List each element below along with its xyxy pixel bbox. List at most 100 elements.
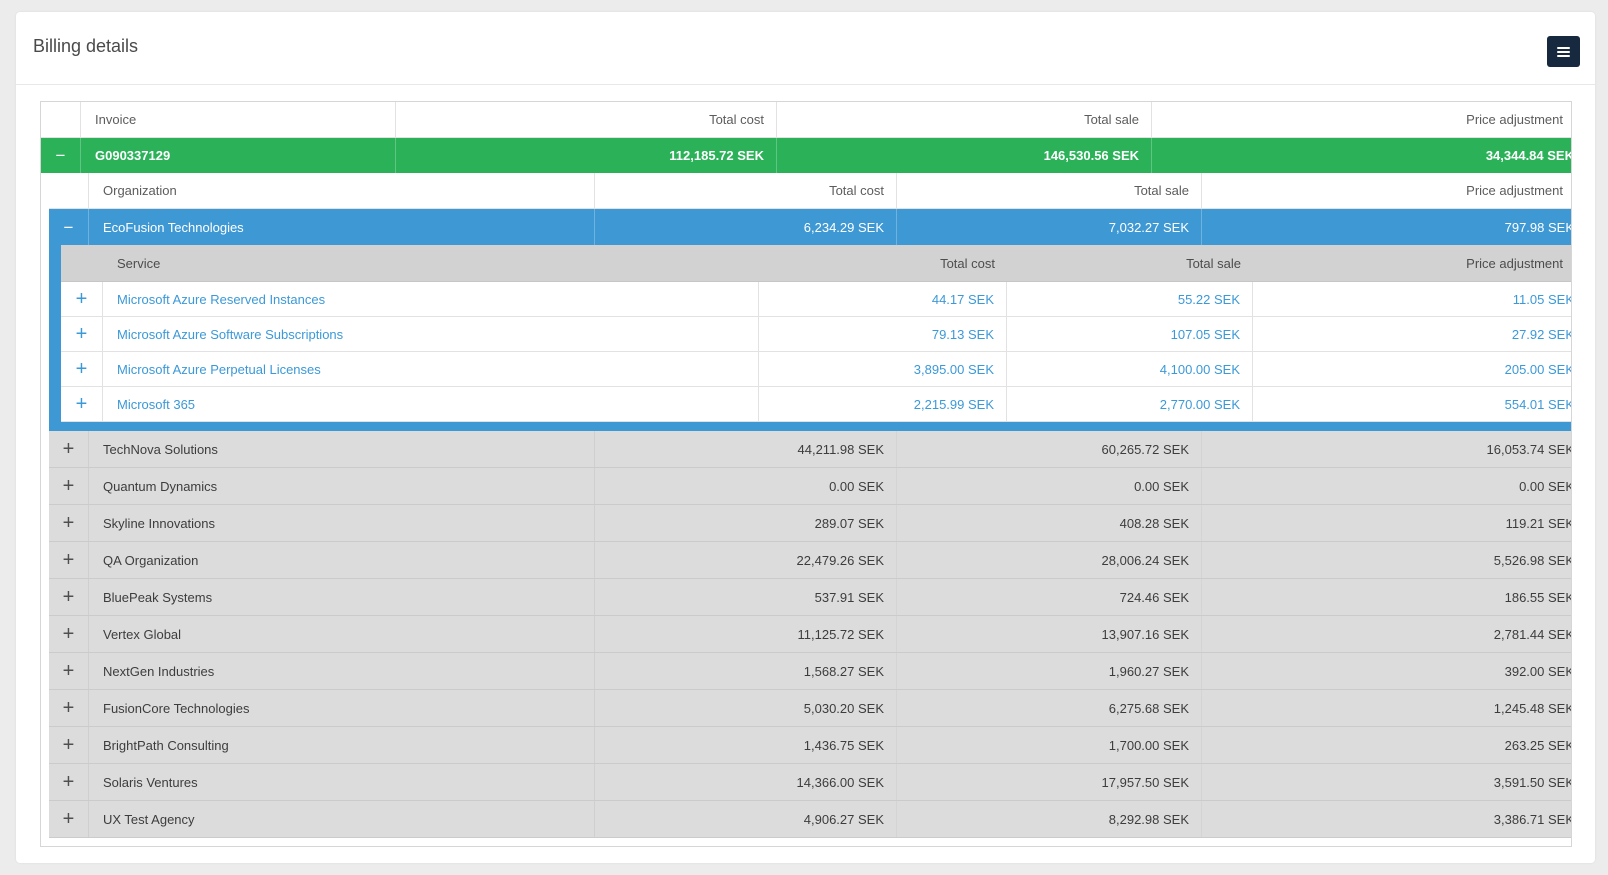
expand-organization-button[interactable]: + bbox=[49, 542, 89, 578]
expand-service-button[interactable]: + bbox=[61, 387, 103, 421]
plus-icon: + bbox=[63, 772, 75, 792]
plus-icon: + bbox=[76, 324, 88, 344]
organization-column-header: Organization bbox=[89, 173, 595, 208]
page-title: Billing details bbox=[33, 36, 138, 57]
menu-button[interactable] bbox=[1547, 36, 1580, 67]
service-total-sale: 55.22 SEK bbox=[1007, 282, 1253, 316]
org-total-cost-column-header: Total cost bbox=[595, 173, 897, 208]
plus-icon: + bbox=[63, 809, 75, 829]
collapse-invoice-button[interactable]: − bbox=[41, 138, 81, 173]
organization-total-cost: 11,125.72 SEK bbox=[595, 616, 897, 652]
organization-total-cost: 6,234.29 SEK bbox=[595, 209, 897, 245]
org-total-sale-column-header: Total sale bbox=[897, 173, 1202, 208]
service-name-link[interactable]: Microsoft 365 bbox=[103, 387, 759, 421]
service-row[interactable]: + Microsoft 365 2,215.99 SEK 2,770.00 SE… bbox=[61, 387, 1572, 422]
organization-row[interactable]: + Vertex Global 11,125.72 SEK 13,907.16 … bbox=[49, 616, 1572, 653]
organization-total-sale: 408.28 SEK bbox=[897, 505, 1202, 541]
service-price-adjustment: 11.05 SEK bbox=[1253, 282, 1572, 316]
collapse-organization-button[interactable]: − bbox=[49, 209, 89, 245]
organization-name: Vertex Global bbox=[89, 616, 595, 652]
organization-name: FusionCore Technologies bbox=[89, 690, 595, 726]
expand-service-button[interactable]: + bbox=[61, 317, 103, 351]
service-name-link[interactable]: Microsoft Azure Perpetual Licenses bbox=[103, 352, 759, 386]
invoice-total-cost: 112,185.72 SEK bbox=[396, 138, 777, 173]
expand-organization-button[interactable]: + bbox=[49, 616, 89, 652]
service-total-cost: 2,215.99 SEK bbox=[759, 387, 1007, 421]
plus-icon: + bbox=[63, 624, 75, 644]
organization-total-sale: 17,957.50 SEK bbox=[897, 764, 1202, 800]
organization-row[interactable]: + NextGen Industries 1,568.27 SEK 1,960.… bbox=[49, 653, 1572, 690]
organization-price-adjustment: 392.00 SEK bbox=[1202, 653, 1572, 689]
organization-row[interactable]: + FusionCore Technologies 5,030.20 SEK 6… bbox=[49, 690, 1572, 727]
invoice-row[interactable]: − G090337129 112,185.72 SEK 146,530.56 S… bbox=[41, 138, 1572, 173]
card-header: Billing details bbox=[16, 12, 1595, 85]
expand-organization-button[interactable]: + bbox=[49, 431, 89, 467]
organization-total-sale: 60,265.72 SEK bbox=[897, 431, 1202, 467]
organization-row[interactable]: + BrightPath Consulting 1,436.75 SEK 1,7… bbox=[49, 727, 1572, 764]
organization-total-sale: 13,907.16 SEK bbox=[897, 616, 1202, 652]
service-row[interactable]: + Microsoft Azure Reserved Instances 44.… bbox=[61, 282, 1572, 317]
organization-total-sale: 6,275.68 SEK bbox=[897, 690, 1202, 726]
plus-icon: + bbox=[63, 513, 75, 533]
service-name-link[interactable]: Microsoft Azure Reserved Instances bbox=[103, 282, 759, 316]
plus-icon: + bbox=[76, 289, 88, 309]
expand-organization-button[interactable]: + bbox=[49, 690, 89, 726]
expand-organization-button[interactable]: + bbox=[49, 653, 89, 689]
organization-total-cost: 22,479.26 SEK bbox=[595, 542, 897, 578]
organization-price-adjustment: 263.25 SEK bbox=[1202, 727, 1572, 763]
organization-expander-header bbox=[49, 173, 89, 208]
organization-row[interactable]: + BluePeak Systems 537.91 SEK 724.46 SEK… bbox=[49, 579, 1572, 616]
expand-organization-button[interactable]: + bbox=[49, 801, 89, 837]
service-name-link[interactable]: Microsoft Azure Software Subscriptions bbox=[103, 317, 759, 351]
organization-name: NextGen Industries bbox=[89, 653, 595, 689]
organization-name: Solaris Ventures bbox=[89, 764, 595, 800]
organization-row[interactable]: + UX Test Agency 4,906.27 SEK 8,292.98 S… bbox=[49, 801, 1572, 838]
organization-total-sale: 724.46 SEK bbox=[897, 579, 1202, 615]
organization-name: BluePeak Systems bbox=[89, 579, 595, 615]
plus-icon: + bbox=[63, 587, 75, 607]
service-expander-header bbox=[61, 245, 103, 281]
organization-row-expanded[interactable]: − EcoFusion Technologies 6,234.29 SEK 7,… bbox=[49, 209, 1572, 245]
expand-service-button[interactable]: + bbox=[61, 352, 103, 386]
organization-name: BrightPath Consulting bbox=[89, 727, 595, 763]
organization-total-cost: 537.91 SEK bbox=[595, 579, 897, 615]
invoice-price-adjustment: 34,344.84 SEK bbox=[1152, 138, 1572, 173]
invoice-total-sale: 146,530.56 SEK bbox=[777, 138, 1152, 173]
plus-icon: + bbox=[63, 439, 75, 459]
plus-icon: + bbox=[63, 735, 75, 755]
service-price-adjustment: 554.01 SEK bbox=[1253, 387, 1572, 421]
service-row[interactable]: + Microsoft Azure Software Subscriptions… bbox=[61, 317, 1572, 352]
organization-total-cost: 0.00 SEK bbox=[595, 468, 897, 504]
invoice-number: G090337129 bbox=[81, 138, 396, 173]
service-total-sale: 4,100.00 SEK bbox=[1007, 352, 1253, 386]
service-total-sale: 2,770.00 SEK bbox=[1007, 387, 1253, 421]
organization-row[interactable]: + Solaris Ventures 14,366.00 SEK 17,957.… bbox=[49, 764, 1572, 801]
organization-row[interactable]: + Skyline Innovations 289.07 SEK 408.28 … bbox=[49, 505, 1572, 542]
expand-organization-button[interactable]: + bbox=[49, 764, 89, 800]
expand-organization-button[interactable]: + bbox=[49, 727, 89, 763]
organization-row[interactable]: + QA Organization 22,479.26 SEK 28,006.2… bbox=[49, 542, 1572, 579]
organization-price-adjustment: 3,386.71 SEK bbox=[1202, 801, 1572, 837]
invoice-expander-header bbox=[41, 102, 81, 137]
expand-organization-button[interactable]: + bbox=[49, 579, 89, 615]
organization-total-cost: 4,906.27 SEK bbox=[595, 801, 897, 837]
plus-icon: + bbox=[63, 550, 75, 570]
org-price-adjustment-column-header: Price adjustment bbox=[1202, 173, 1572, 208]
organization-total-cost: 1,436.75 SEK bbox=[595, 727, 897, 763]
organization-name: EcoFusion Technologies bbox=[89, 209, 595, 245]
organization-total-cost: 289.07 SEK bbox=[595, 505, 897, 541]
organization-row[interactable]: + TechNova Solutions 44,211.98 SEK 60,26… bbox=[49, 431, 1572, 468]
service-total-cost: 3,895.00 SEK bbox=[759, 352, 1007, 386]
expand-organization-button[interactable]: + bbox=[49, 468, 89, 504]
price-adjustment-column-header: Price adjustment bbox=[1152, 102, 1572, 137]
plus-icon: + bbox=[76, 394, 88, 414]
total-cost-column-header: Total cost bbox=[396, 102, 777, 137]
service-row[interactable]: + Microsoft Azure Perpetual Licenses 3,8… bbox=[61, 352, 1572, 387]
expand-organization-button[interactable]: + bbox=[49, 505, 89, 541]
expand-service-button[interactable]: + bbox=[61, 282, 103, 316]
organization-name: Quantum Dynamics bbox=[89, 468, 595, 504]
hamburger-icon bbox=[1557, 45, 1570, 59]
organization-row[interactable]: + Quantum Dynamics 0.00 SEK 0.00 SEK 0.0… bbox=[49, 468, 1572, 505]
service-total-sale-column-header: Total sale bbox=[1007, 245, 1253, 281]
service-price-adjustment: 27.92 SEK bbox=[1253, 317, 1572, 351]
